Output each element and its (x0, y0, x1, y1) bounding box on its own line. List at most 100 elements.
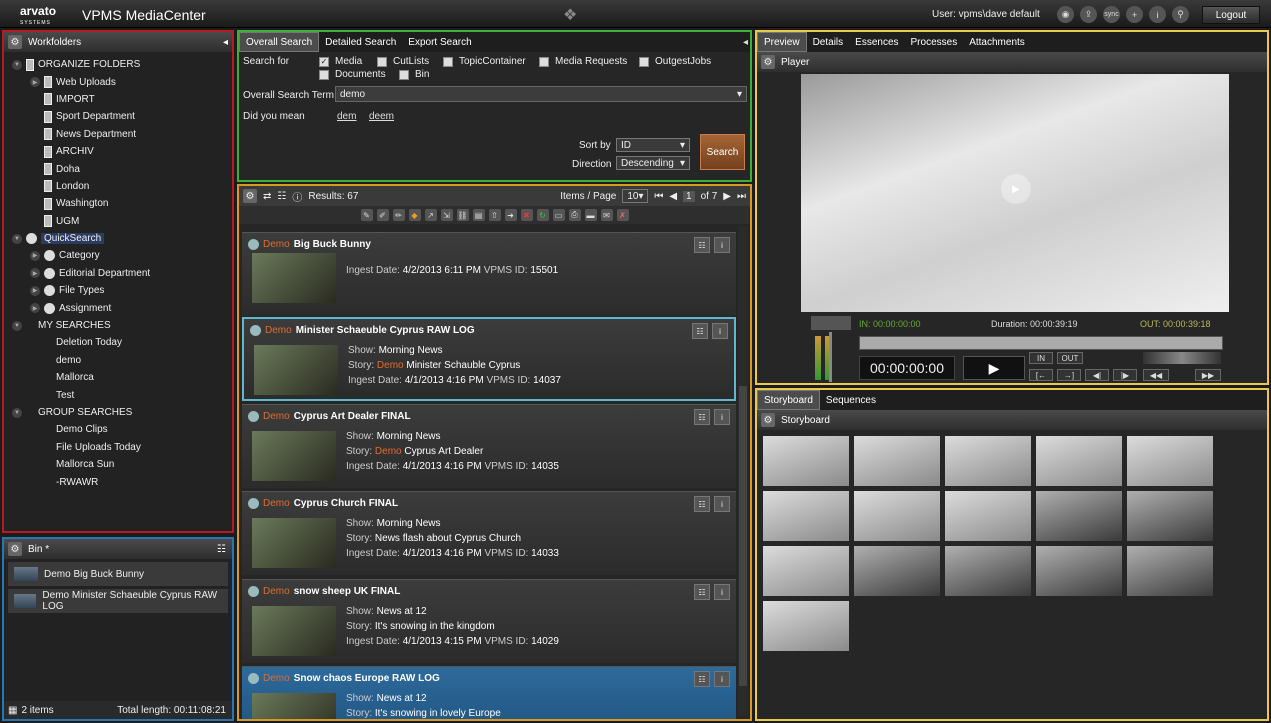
checkbox-topiccontainer[interactable]: TopicContainer (443, 56, 526, 67)
tree-item[interactable]: -RWAWR (4, 473, 232, 490)
volume-slider[interactable] (829, 332, 832, 382)
collapse-icon[interactable]: ◂ (743, 32, 748, 52)
tree-item[interactable]: News Department (4, 126, 232, 143)
checkbox-media-requests[interactable]: Media Requests (539, 56, 627, 67)
tree-item[interactable]: Mallorca (4, 369, 232, 386)
tree-item[interactable]: ARCHIV (4, 143, 232, 160)
storyboard-frame[interactable] (763, 601, 849, 651)
print-icon[interactable]: ⎙ (568, 209, 581, 221)
direction-select[interactable]: Descending ▾ (616, 156, 690, 170)
list-view-icon[interactable]: ☷ (694, 584, 710, 600)
bin-item[interactable]: Demo Minister Schaeuble Cyprus RAW LOG (8, 589, 228, 613)
tab-details[interactable]: Details (807, 32, 850, 52)
suggestion-link[interactable]: dem (337, 111, 356, 122)
collapse-icon[interactable]: ◂ (223, 37, 228, 48)
info-icon[interactable]: i (714, 496, 730, 512)
page-number-input[interactable]: 1 (683, 190, 695, 202)
tree-item[interactable]: London (4, 178, 232, 195)
list-view-icon[interactable]: ☷ (277, 191, 286, 202)
timeline-scrubber[interactable] (859, 336, 1223, 350)
info-icon[interactable]: i (1149, 6, 1166, 23)
play-button[interactable]: ▶ (963, 356, 1025, 380)
jog-shuttle[interactable] (1143, 352, 1221, 364)
tree-item[interactable]: ▼ QuickSearch (4, 230, 232, 247)
result-thumbnail[interactable] (252, 518, 336, 568)
result-thumbnail[interactable] (252, 253, 336, 303)
tree-item[interactable]: Sport Department (4, 108, 232, 125)
result-thumbnail[interactable] (254, 345, 338, 395)
tree-item[interactable]: Mallorca Sun (4, 456, 232, 473)
tree-item[interactable]: demo (4, 352, 232, 369)
last-page-icon[interactable]: ⏭ (737, 191, 746, 202)
link-icon[interactable]: ⛓ (456, 209, 469, 221)
edit-icon[interactable]: ✎ (360, 209, 373, 221)
volume-box[interactable] (811, 316, 851, 330)
upload-icon[interactable]: ⇧ (488, 209, 501, 221)
arrow-icon[interactable]: ↗ (424, 209, 437, 221)
export-icon[interactable]: ⇲ (440, 209, 453, 221)
result-thumbnail[interactable] (252, 431, 336, 481)
info-icon[interactable]: i (714, 584, 730, 600)
storyboard-frame[interactable] (854, 436, 940, 486)
list-view-icon[interactable]: ☷ (694, 409, 710, 425)
result-card[interactable]: Demo Minister Schaeuble Cyprus RAW LOG ☷ i S… (242, 317, 736, 401)
tree-item[interactable]: IMPORT (4, 91, 232, 108)
delete-icon[interactable]: ✖ (520, 209, 533, 221)
tree-item[interactable]: UGM (4, 213, 232, 230)
search-icon[interactable]: ⚲ (1172, 6, 1189, 23)
tab-essences[interactable]: Essences (849, 32, 904, 52)
storyboard-frame[interactable] (1127, 546, 1213, 596)
diamond-icon[interactable]: ◆ (408, 209, 421, 221)
result-card[interactable]: Demo Cyprus Art Dealer FINAL ☷ i Show: Morni… (242, 404, 736, 488)
collapse-arrow-icon[interactable]: ▼ (12, 407, 22, 418)
storyboard-frame[interactable] (763, 436, 849, 486)
tree-item[interactable]: ▼ MY SEARCHES (4, 317, 232, 334)
storyboard-frame[interactable] (1127, 491, 1213, 541)
screen-icon[interactable]: ▭ (552, 209, 565, 221)
pencil-icon[interactable]: ✏ (392, 209, 405, 221)
collapse-arrow-icon[interactable]: ▼ (12, 233, 22, 244)
list-view-icon[interactable]: ☷ (694, 496, 710, 512)
tree-item[interactable]: ▶ Assignment (4, 299, 232, 316)
tree-item[interactable]: ▼ GROUP SEARCHES (4, 404, 232, 421)
logout-button[interactable]: Logout (1202, 6, 1260, 24)
collapse-arrow-icon[interactable]: ▼ (12, 59, 22, 70)
gear-icon[interactable]: ⚙ (761, 55, 775, 69)
tab-processes[interactable]: Processes (905, 32, 964, 52)
upload-icon[interactable]: ⇪ (1080, 6, 1097, 23)
play-overlay-icon[interactable]: ▶ (1001, 174, 1031, 204)
step-forward-icon[interactable]: |▶ (1113, 369, 1137, 381)
result-thumbnail[interactable] (252, 606, 336, 656)
goto-in-icon[interactable]: [← (1029, 369, 1053, 381)
out-button[interactable]: OUT (1057, 352, 1083, 364)
storyboard-frame[interactable] (945, 491, 1031, 541)
checkbox-outgestjobs[interactable]: OutgestJobs (639, 56, 711, 67)
storyboard-frame[interactable] (854, 491, 940, 541)
in-button[interactable]: IN (1029, 352, 1053, 364)
checkbox-documents[interactable]: Documents (319, 69, 386, 80)
rewind-icon[interactable]: ◀◀ (1143, 369, 1169, 381)
info-icon[interactable]: i (712, 323, 728, 339)
info-icon[interactable]: i (714, 409, 730, 425)
info-icon[interactable]: i (714, 671, 730, 687)
expand-arrow-icon[interactable]: ▶ (30, 250, 40, 261)
tab-export-search[interactable]: Export Search (402, 32, 477, 52)
result-card[interactable]: Demo snow sheep UK FINAL ☷ i Show: News at 1… (242, 579, 736, 663)
storyboard-frame[interactable] (1036, 491, 1122, 541)
info-icon[interactable]: ⓘ (292, 189, 302, 204)
goto-out-icon[interactable]: →] (1057, 369, 1081, 381)
gear-icon[interactable]: ⚙ (8, 542, 22, 556)
storyboard-frame[interactable] (945, 436, 1031, 486)
tree-item[interactable]: ▶ Editorial Department (4, 265, 232, 282)
tree-item[interactable]: Doha (4, 160, 232, 177)
refresh-icon[interactable]: ⇄ (263, 191, 271, 202)
mail-icon[interactable]: ✉ (600, 209, 613, 221)
tree-item[interactable]: Test (4, 386, 232, 403)
storyboard-frame[interactable] (1127, 436, 1213, 486)
results-scrollbar[interactable] (738, 226, 748, 716)
sync-icon[interactable]: ↻ (536, 209, 549, 221)
step-back-icon[interactable]: ◀| (1085, 369, 1109, 381)
gear-icon[interactable]: ⚙ (243, 189, 257, 203)
result-card[interactable]: Demo Big Buck Bunny ☷ i Ingest Date: 4/2/201… (242, 232, 736, 316)
search-button[interactable]: Search (700, 134, 745, 170)
